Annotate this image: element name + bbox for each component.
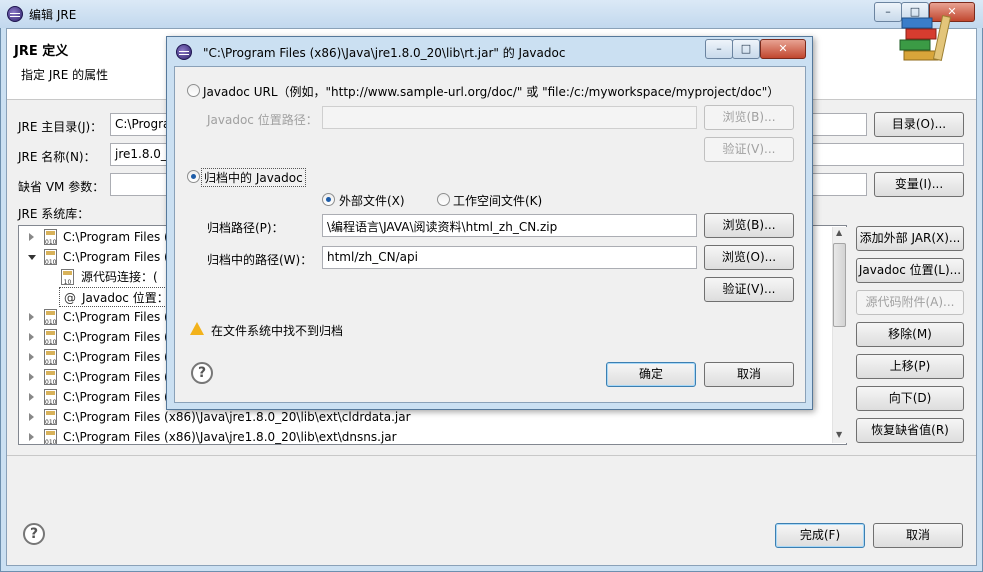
collapse-arrow-icon[interactable] bbox=[28, 255, 36, 264]
page-subtitle: 指定 JRE 的属性 bbox=[21, 68, 109, 82]
system-libraries-label: JRE 系统库： bbox=[18, 207, 90, 221]
javadoc-location-button[interactable]: Javadoc 位置(L)... bbox=[856, 258, 964, 283]
expand-arrow-icon[interactable] bbox=[29, 413, 34, 421]
javadoc-archive-radio[interactable] bbox=[187, 170, 200, 183]
dialog-ok-button[interactable]: 确定 bbox=[606, 362, 696, 387]
javadoc-path-label: Javadoc 位置路径： bbox=[207, 113, 318, 127]
dialog-help-icon[interactable]: ? bbox=[191, 362, 213, 384]
scrollbar-thumb[interactable] bbox=[833, 243, 846, 327]
javadoc-icon: @ bbox=[64, 291, 76, 305]
workspace-file-label[interactable]: 工作空间文件(K) bbox=[453, 192, 542, 209]
expand-arrow-icon[interactable] bbox=[29, 373, 34, 381]
warning-icon bbox=[190, 322, 204, 335]
archive-validate-button[interactable]: 验证(V)... bbox=[704, 277, 794, 302]
dialog-maximize-button[interactable]: □ bbox=[732, 39, 760, 59]
dialog-cancel-button[interactable]: 取消 bbox=[704, 362, 794, 387]
footer-divider bbox=[7, 455, 976, 456]
eclipse-icon bbox=[7, 6, 23, 22]
workspace-file-radio[interactable] bbox=[437, 193, 450, 206]
archive-path-field[interactable]: \编程语言\JAVA\阅读资料\html_zh_CN.zip bbox=[322, 214, 697, 237]
remove-button[interactable]: 移除(M) bbox=[856, 322, 964, 347]
javadoc-url-option-label[interactable]: Javadoc URL（例如，"http://www.sample-url.or… bbox=[203, 83, 779, 100]
variables-button[interactable]: 变量(I)... bbox=[874, 172, 964, 197]
url-validate-button[interactable]: 验证(V)... bbox=[704, 137, 794, 162]
dialog-minimize-button[interactable]: – bbox=[705, 39, 733, 59]
scroll-up-icon[interactable]: ▲ bbox=[836, 228, 842, 237]
archive-browse-button[interactable]: 浏览(B)... bbox=[704, 213, 794, 238]
jre-name-label: JRE 名称(N)： bbox=[18, 150, 96, 164]
vm-args-label: 缺省 VM 参数： bbox=[18, 180, 105, 194]
window-title: 编辑 JRE bbox=[29, 8, 77, 22]
add-external-jar-button[interactable]: 添加外部 JAR(X)... bbox=[856, 226, 964, 251]
page-title: JRE 定义 bbox=[14, 44, 69, 59]
external-file-label[interactable]: 外部文件(X) bbox=[339, 192, 405, 209]
path-in-archive-label: 归档中的路径(W)： bbox=[207, 253, 313, 267]
expand-arrow-icon[interactable] bbox=[29, 233, 34, 241]
jar-icon: 010 bbox=[44, 369, 57, 386]
jre-home-label: JRE 主目录(J)： bbox=[18, 120, 103, 134]
javadoc-url-radio[interactable] bbox=[187, 84, 200, 97]
javadoc-path-field[interactable] bbox=[322, 106, 697, 129]
source-attachment-button[interactable]: 源代码附件(A)... bbox=[856, 290, 964, 315]
jar-icon: 010 bbox=[44, 329, 57, 346]
expand-arrow-icon[interactable] bbox=[29, 353, 34, 361]
url-browse-button[interactable]: 浏览(B)... bbox=[704, 105, 794, 130]
directory-button[interactable]: 目录(O)... bbox=[874, 112, 964, 137]
jre-books-icon bbox=[899, 15, 952, 61]
expand-arrow-icon[interactable] bbox=[29, 313, 34, 321]
jar-icon: 010 bbox=[44, 409, 57, 426]
expand-arrow-icon[interactable] bbox=[29, 393, 34, 401]
jar-icon: 010 bbox=[44, 389, 57, 406]
path-browse-button[interactable]: 浏览(O)... bbox=[704, 245, 794, 270]
eclipse-icon bbox=[176, 44, 192, 60]
warning-message: 在文件系统中找不到归档 bbox=[211, 324, 344, 338]
scroll-down-icon[interactable]: ▼ bbox=[836, 430, 842, 439]
finish-button[interactable]: 完成(F) bbox=[775, 523, 865, 548]
cancel-button[interactable]: 取消 bbox=[873, 523, 963, 548]
expand-arrow-icon[interactable] bbox=[29, 433, 34, 441]
move-up-button[interactable]: 上移(P) bbox=[856, 354, 964, 379]
jar-icon: 010 bbox=[44, 309, 57, 326]
jar-icon: 010 bbox=[44, 249, 57, 266]
window-titlebar[interactable] bbox=[0, 0, 983, 28]
dialog-close-button[interactable]: ✕ bbox=[760, 39, 806, 59]
expand-arrow-icon[interactable] bbox=[29, 333, 34, 341]
jar-icon: 010 bbox=[44, 229, 57, 246]
archive-option-label[interactable]: 归档中的 Javadoc bbox=[201, 168, 306, 187]
jar-icon: 010 bbox=[44, 349, 57, 366]
dialog-title: "C:\Program Files (x86)\Java\jre1.8.0_20… bbox=[203, 46, 566, 60]
tree-row[interactable]: 010 C:\Program Files (x86)\Java\jre1.8.0_… bbox=[19, 427, 829, 444]
external-file-radio[interactable] bbox=[322, 193, 335, 206]
tree-row[interactable]: 010 C:\Program Files (x86)\Java\jre1.8.0_… bbox=[19, 407, 829, 427]
move-down-button[interactable]: 向下(D) bbox=[856, 386, 964, 411]
archive-path-label: 归档路径(P)： bbox=[207, 221, 284, 235]
path-in-archive-field[interactable]: html/zh_CN/api bbox=[322, 246, 697, 269]
source-attachment-icon: 10 bbox=[61, 269, 74, 286]
restore-default-button[interactable]: 恢复缺省值(R) bbox=[856, 418, 964, 443]
jar-icon: 010 bbox=[44, 429, 57, 444]
help-icon[interactable]: ? bbox=[23, 523, 45, 545]
